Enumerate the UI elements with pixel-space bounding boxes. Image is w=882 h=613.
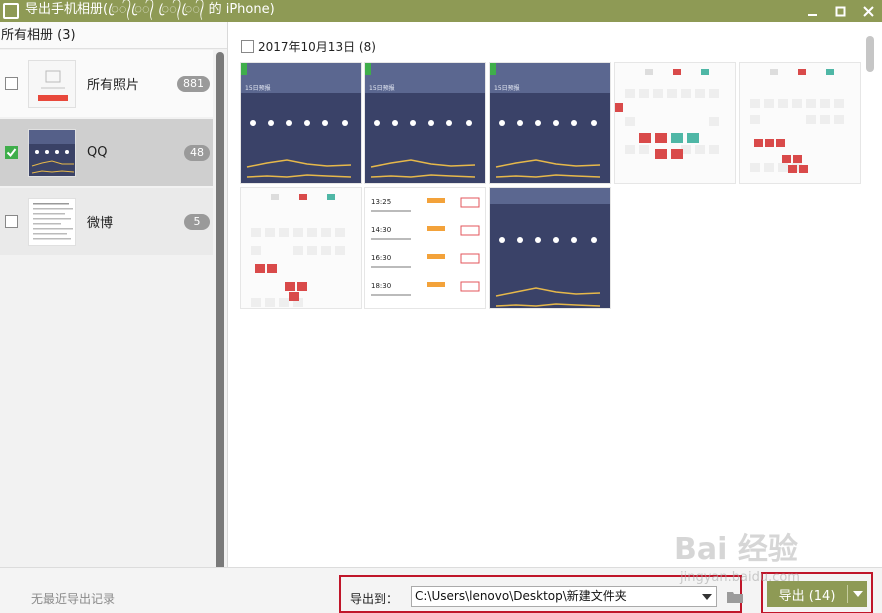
schedule-time: 16:30 xyxy=(371,254,391,262)
chevron-down-icon xyxy=(852,591,863,597)
photo-thumbnail[interactable]: 13:25 14:30 16:30 18:30 xyxy=(364,187,486,309)
schedule-time: 13:25 xyxy=(371,198,391,206)
album-checkbox[interactable] xyxy=(5,215,18,228)
album-count-badge: 881 xyxy=(177,75,210,92)
forecast-header: 15日预报 xyxy=(245,84,271,92)
schedule-time: 18:30 xyxy=(371,282,391,290)
close-icon xyxy=(862,5,874,17)
watermark-logo: Bai 经验 xyxy=(674,532,798,567)
export-options-dropdown[interactable] xyxy=(848,591,867,597)
album-name: 所有照片 xyxy=(87,78,140,93)
sidebar-scrollbar-thumb[interactable] xyxy=(216,52,224,577)
window-title: 导出手机相册(ꦿ᭄ꦿ᭄ ꦿ᭄ꦿ᭄ 的 iPhone) xyxy=(25,1,275,17)
export-to-label: 导出到： xyxy=(350,592,399,606)
export-path-value: C:\Users\lenovo\Desktop\新建文件夹 xyxy=(415,589,627,603)
album-count-badge: 48 xyxy=(184,144,210,161)
schedule-time: 14:30 xyxy=(371,226,391,234)
album-thumbnail xyxy=(28,128,76,177)
dropdown-arrow-icon xyxy=(702,594,712,600)
title-bar: 导出手机相册(ꦿ᭄ꦿ᭄ ꦿ᭄ꦿ᭄ 的 iPhone) xyxy=(0,0,882,22)
checkmark-icon xyxy=(6,148,17,158)
photo-thumbnail[interactable] xyxy=(240,187,362,309)
photo-thumbnail[interactable]: 15日预报 xyxy=(489,62,611,184)
date-group-checkbox[interactable] xyxy=(241,40,254,53)
forecast-header: 15日预报 xyxy=(494,84,520,92)
album-list-header: 所有相册 (3) xyxy=(0,22,227,49)
date-group-label: 2017年10月13日 (8) xyxy=(258,40,376,54)
album-count-badge: 5 xyxy=(184,213,210,230)
minimize-button[interactable] xyxy=(798,0,826,22)
forecast-header: 15日预报 xyxy=(369,84,395,92)
photo-thumbnail[interactable] xyxy=(614,62,736,184)
phone-icon xyxy=(3,3,19,19)
album-checkbox[interactable] xyxy=(5,77,18,90)
album-item-weibo[interactable]: 微博 5 xyxy=(0,188,213,255)
maximize-button[interactable] xyxy=(826,0,854,22)
photo-grid-scrollbar[interactable] xyxy=(863,34,877,564)
photo-thumbnail[interactable]: 15日预报 xyxy=(240,62,362,184)
photo-thumbnail[interactable] xyxy=(739,62,861,184)
export-button-label: 导出 (14) xyxy=(778,588,836,604)
album-sidebar: 所有相册 (3) 所有照片 881 QQ 48 微博 5 xyxy=(0,22,228,577)
window-controls xyxy=(798,0,882,22)
album-thumbnail xyxy=(28,197,76,246)
photo-thumbnail[interactable]: 15日预报 xyxy=(364,62,486,184)
export-path-select[interactable]: C:\Users\lenovo\Desktop\新建文件夹 xyxy=(411,586,717,607)
maximize-icon xyxy=(835,6,845,16)
album-item-qq[interactable]: QQ 48 xyxy=(0,119,213,186)
folder-icon[interactable] xyxy=(727,590,743,603)
watermark-url: jingyan.baidu.com xyxy=(680,570,800,585)
album-name: QQ xyxy=(87,145,108,160)
date-group-header[interactable]: 2017年10月13日 (8) xyxy=(241,38,376,55)
minimize-icon xyxy=(807,13,817,16)
photo-grid-panel: 2017年10月13日 (8) 15日预报 15日预报 15日预报 13:25 … xyxy=(229,22,882,567)
album-item-all-photos[interactable]: 所有照片 881 xyxy=(0,50,213,117)
photo-grid-scrollbar-thumb[interactable] xyxy=(866,36,874,72)
close-button[interactable] xyxy=(854,0,882,22)
album-thumbnail xyxy=(28,59,76,108)
album-checkbox[interactable] xyxy=(5,146,18,159)
album-name: 微博 xyxy=(87,216,114,231)
recent-export-link[interactable]: 无最近导出记录 xyxy=(31,590,115,607)
photo-thumbnail[interactable] xyxy=(489,187,611,309)
